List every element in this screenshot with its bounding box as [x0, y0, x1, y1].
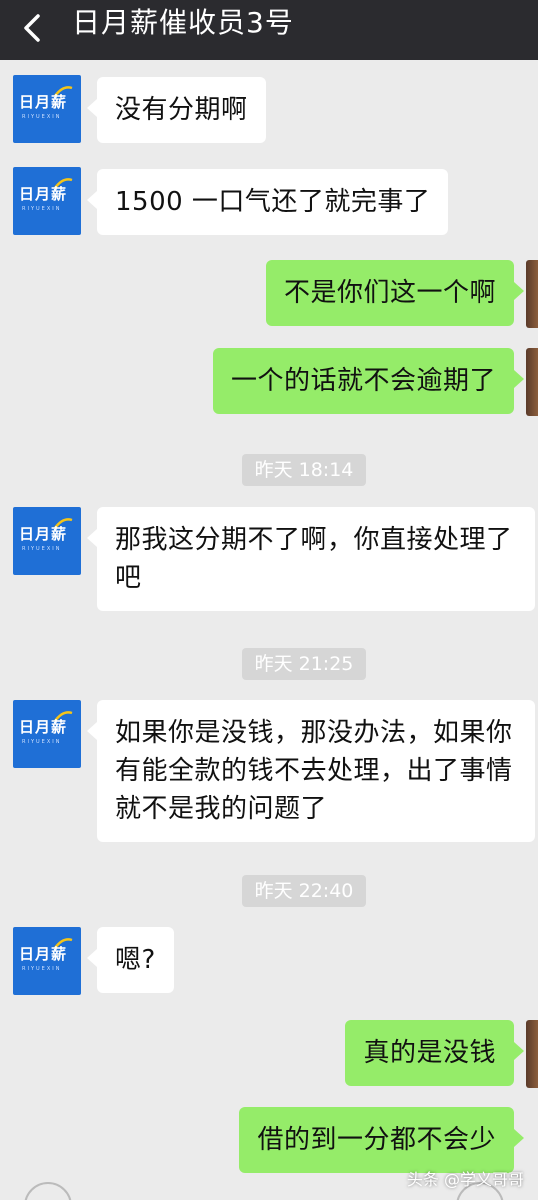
chat-title: 日月薪催收员3号 — [72, 6, 294, 39]
avatar-logo-text: 日月薪 — [19, 93, 68, 111]
avatar-logo-subtext: RIYUEXIN — [22, 114, 62, 120]
timestamp-divider: 昨天 22:40 — [242, 875, 366, 907]
self-avatar[interactable] — [526, 1020, 538, 1088]
avatar-logo-subtext: RIYUEXIN — [22, 546, 62, 552]
avatar-logo-subtext: RIYUEXIN — [22, 739, 62, 745]
chevron-left-icon — [24, 14, 40, 42]
contact-avatar[interactable]: 日月薪 RIYUEXIN — [13, 927, 81, 995]
outgoing-message-bubble[interactable]: 借的到一分都不会少 — [239, 1107, 524, 1173]
outgoing-message-bubble[interactable]: 不是你们这一个啊 — [265, 260, 525, 326]
timestamp-divider: 昨天 21:25 — [242, 648, 366, 680]
avatar-logo-subtext: RIYUEXIN — [22, 966, 62, 972]
avatar-logo-text: 日月薪 — [19, 185, 68, 203]
incoming-message-bubble[interactable]: 如果你是没钱，那没办法，如果你有能全款的钱不去处理，出了事情就不是我的问题了 — [87, 700, 535, 842]
avatar-logo-subtext: RIYUEXIN — [22, 206, 62, 212]
contact-avatar[interactable]: 日月薪 RIYUEXIN — [13, 507, 81, 575]
timestamp-divider: 昨天 18:14 — [242, 454, 366, 486]
self-avatar[interactable] — [526, 260, 538, 328]
avatar-logo-text: 日月薪 — [19, 945, 68, 963]
contact-avatar[interactable]: 日月薪 RIYUEXIN — [13, 700, 81, 768]
avatar-logo-text: 日月薪 — [19, 525, 68, 543]
contact-avatar[interactable]: 日月薪 RIYUEXIN — [13, 167, 81, 235]
back-button[interactable] — [14, 8, 54, 48]
message-list[interactable]: 日月薪 RIYUEXIN 没有分期啊 日月薪 RIYUEXIN 1500 一口气… — [0, 60, 538, 1200]
outgoing-message-bubble[interactable]: 真的是没钱 — [345, 1020, 524, 1086]
incoming-message-bubble[interactable]: 1500 一口气还了就完事了 — [86, 169, 449, 235]
outgoing-message-bubble[interactable]: 一个的话就不会逾期了 — [212, 348, 525, 414]
contact-avatar[interactable]: 日月薪 RIYUEXIN — [13, 75, 81, 143]
avatar-logo-text: 日月薪 — [19, 718, 68, 736]
watermark: 头条 @学义哥哥 — [406, 1170, 524, 1189]
chat-header: 日月薪催收员3号 — [0, 0, 538, 60]
incoming-message-bubble[interactable]: 没有分期啊 — [87, 77, 266, 143]
voice-toggle-button[interactable] — [24, 1182, 72, 1200]
incoming-message-bubble[interactable]: 嗯? — [87, 927, 174, 993]
self-avatar[interactable] — [526, 348, 538, 416]
incoming-message-bubble[interactable]: 那我这分期不了啊，你直接处理了吧 — [87, 507, 535, 611]
